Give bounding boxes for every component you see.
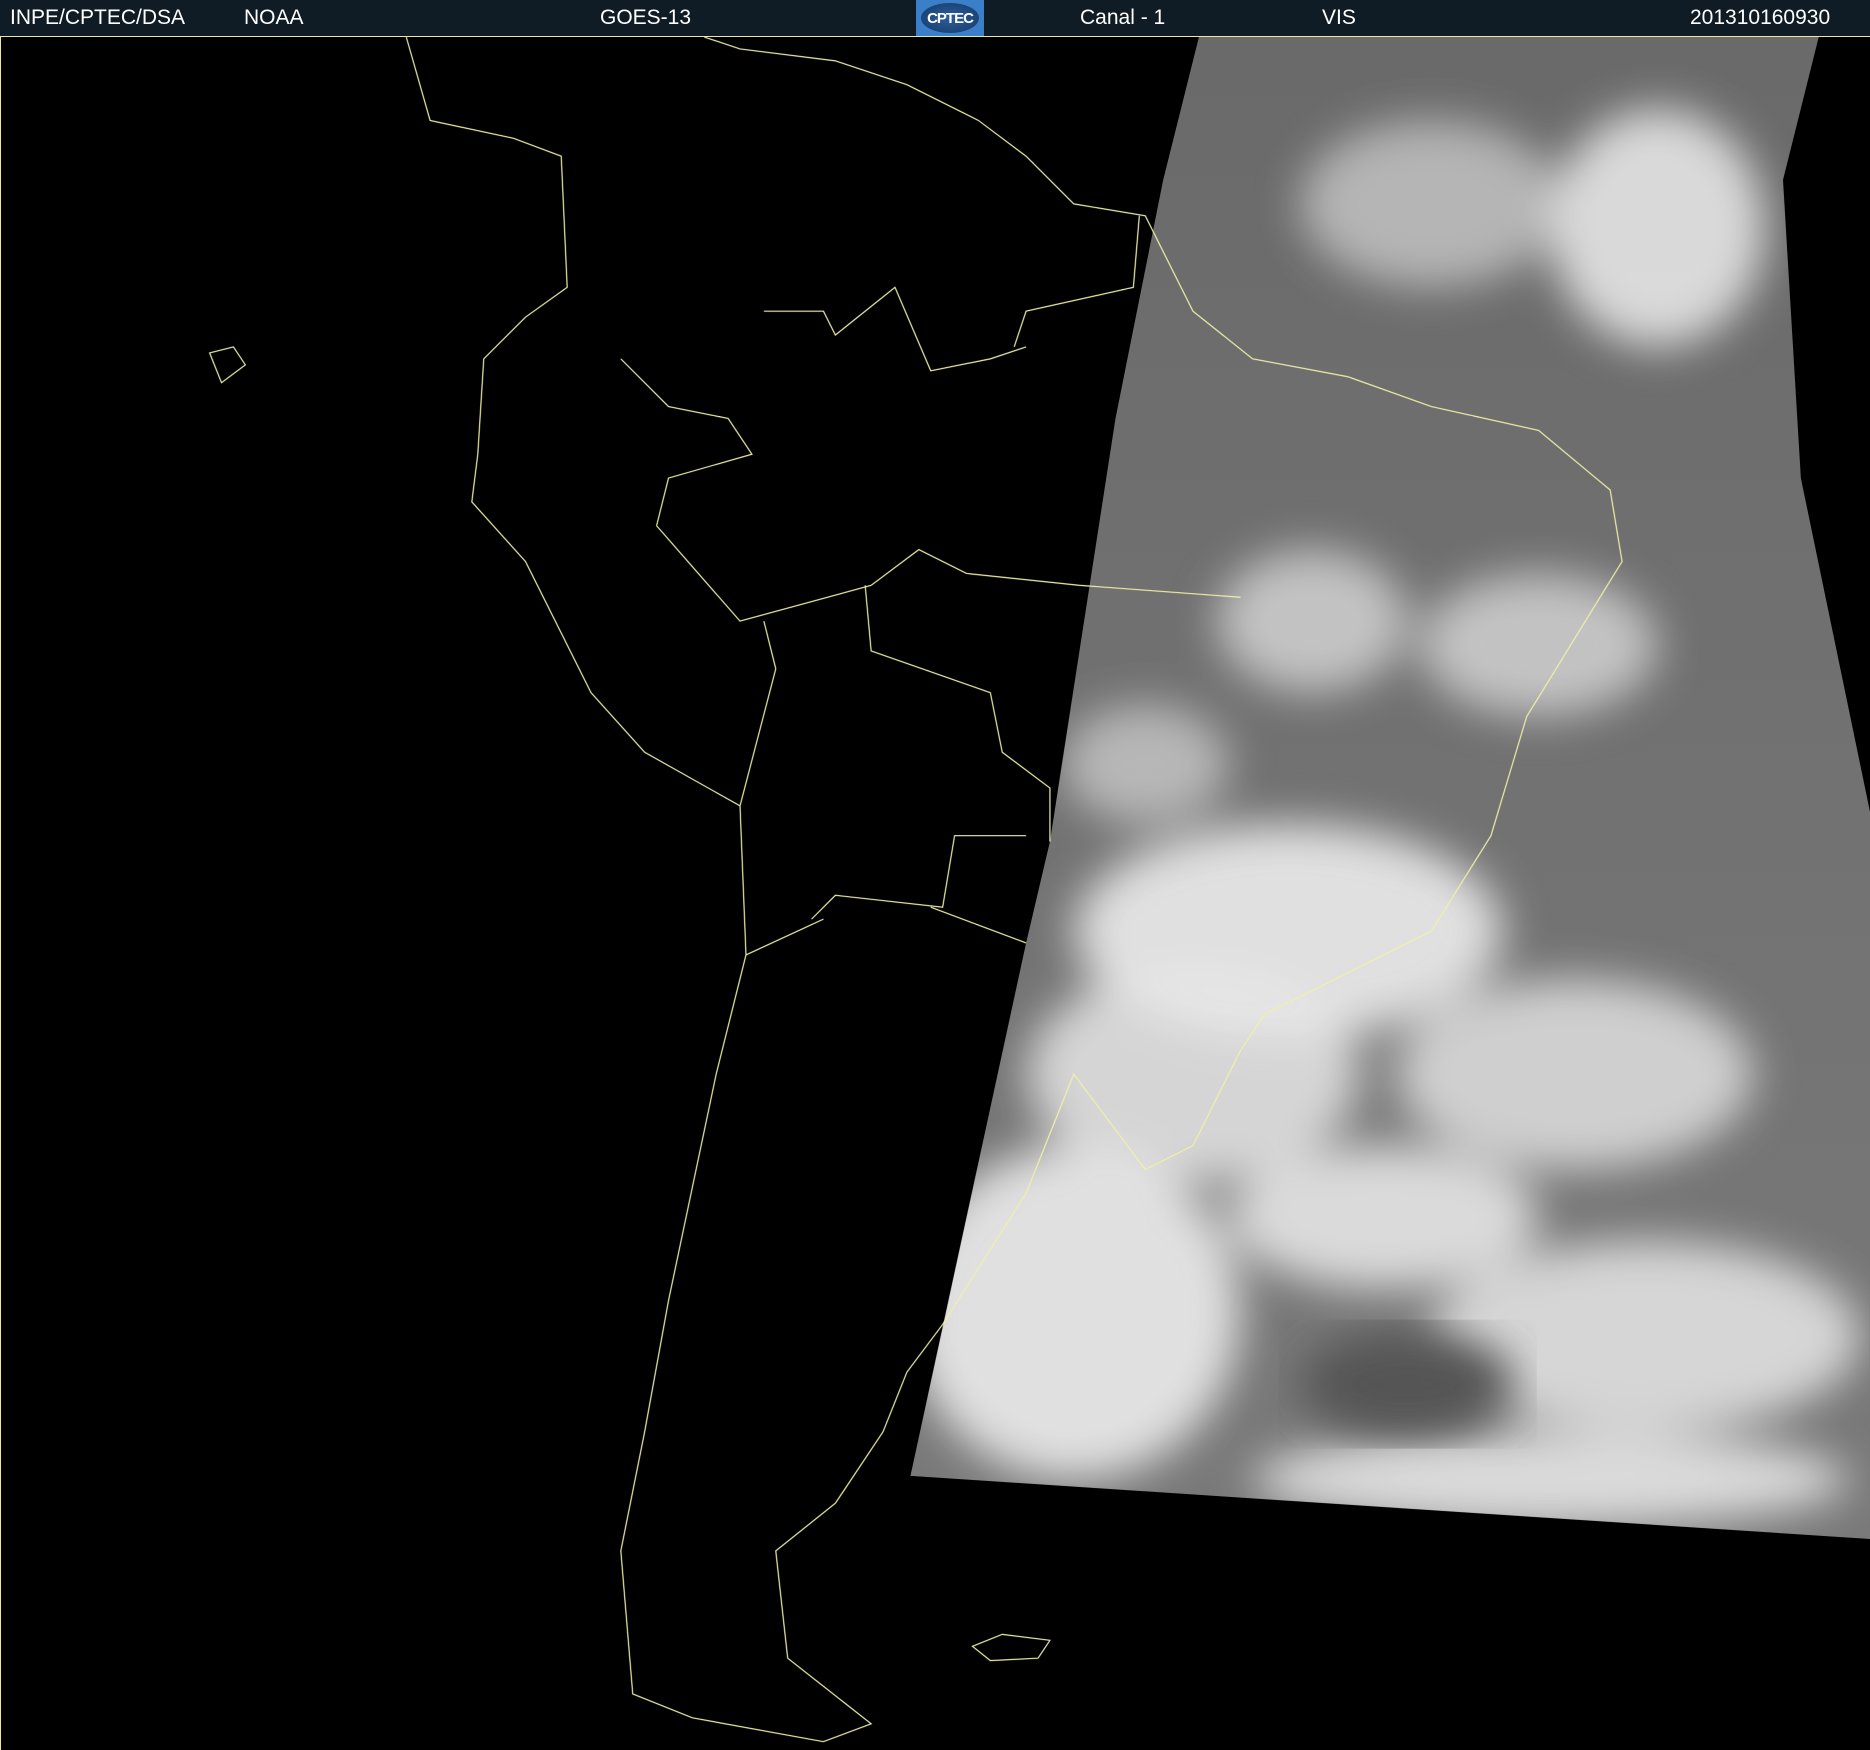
cptec-logo: CPTEC xyxy=(916,0,984,36)
timestamp-label: 201310160930 xyxy=(1690,6,1831,29)
satellite-label: GOES-13 xyxy=(600,6,692,29)
header-bar: INPE/CPTEC/DSA NOAA GOES-13 CPTEC Canal … xyxy=(0,0,1870,37)
band-label: VIS xyxy=(1322,6,1356,29)
channel-label: Canal - 1 xyxy=(1080,6,1166,29)
cptec-logo-text: CPTEC xyxy=(921,3,979,33)
satellite-map xyxy=(0,37,1870,1750)
institution-label: INPE/CPTEC/DSA xyxy=(10,6,186,29)
agency-label: NOAA xyxy=(244,6,304,29)
